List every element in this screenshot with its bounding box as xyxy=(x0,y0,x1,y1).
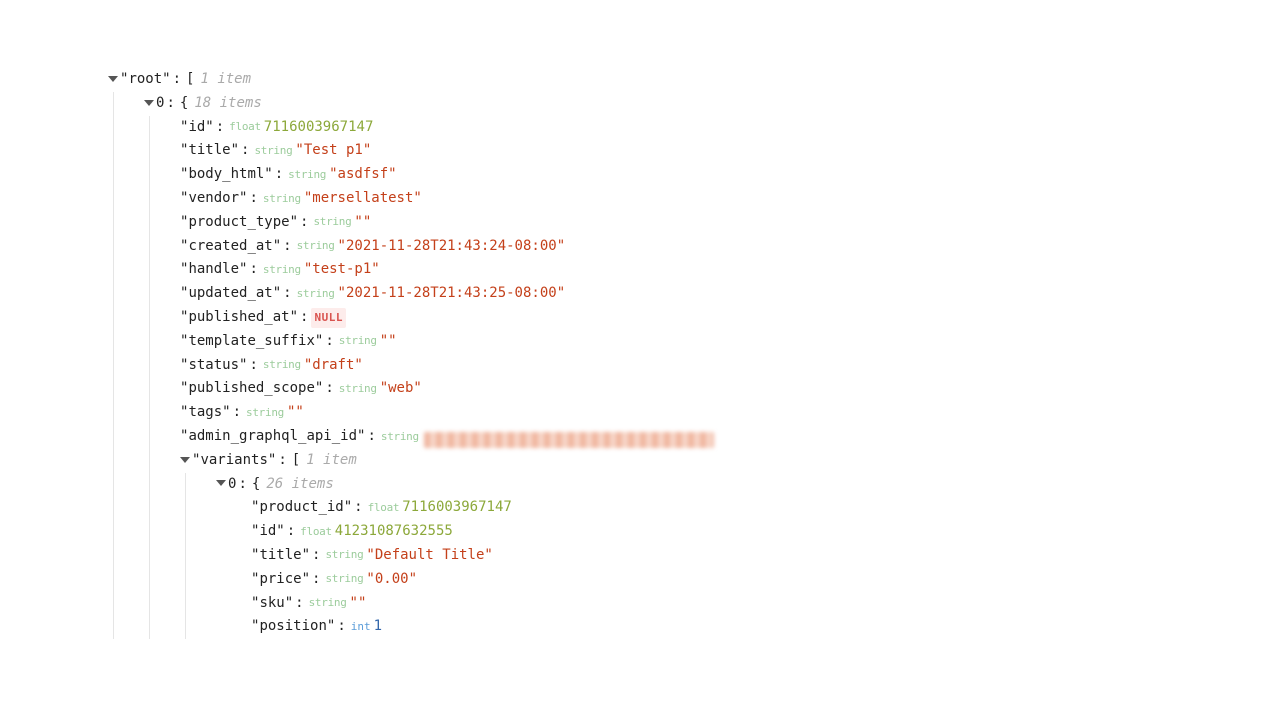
value-string xyxy=(380,330,397,354)
caret-down-icon[interactable] xyxy=(108,76,118,82)
kv-body-html: body_html: string asdfsf xyxy=(180,163,1280,187)
value-string: Test p1 xyxy=(295,139,371,163)
value-null: NULL xyxy=(311,308,346,329)
kv-title: title: string Test p1 xyxy=(180,139,1280,163)
kv-vendor: vendor: string mersellatest xyxy=(180,187,1280,211)
kv-tags: tags: string xyxy=(180,401,1280,425)
redacted-value xyxy=(424,432,714,448)
index-label: 0 xyxy=(228,473,236,497)
value-string xyxy=(350,592,367,616)
kv-published-at: published_at: NULL xyxy=(180,306,1280,330)
item-count: 18 items xyxy=(190,92,261,116)
value-string: 2021-11-28T21:43:24-08:00 xyxy=(338,235,566,259)
value-float: 41231087632555 xyxy=(335,520,453,544)
array-index-0-node[interactable]: 0 : { 18 items xyxy=(144,92,1280,116)
kv-variant-id: id: float 41231087632555 xyxy=(251,520,1280,544)
value-string: asdfsf xyxy=(329,163,396,187)
value-int: 1 xyxy=(374,615,382,639)
kv-created-at: created_at: string 2021-11-28T21:43:24-0… xyxy=(180,235,1280,259)
kv-updated-at: updated_at: string 2021-11-28T21:43:25-0… xyxy=(180,282,1280,306)
value-string: 0.00 xyxy=(366,568,417,592)
value-float: 7116003967147 xyxy=(402,496,512,520)
value-string xyxy=(287,401,304,425)
value-string: mersellatest xyxy=(304,187,422,211)
json-tree: root : [ 1 item 0 : { 18 items id: float… xyxy=(0,0,1280,639)
item-count: 1 item xyxy=(196,68,251,92)
item-count: 26 items xyxy=(262,473,333,497)
caret-down-icon[interactable] xyxy=(144,100,154,106)
kv-variant-position: position: int 1 xyxy=(251,615,1280,639)
caret-down-icon[interactable] xyxy=(216,480,226,486)
kv-variant-sku: sku: string xyxy=(251,592,1280,616)
variants-index-0-node[interactable]: 0 : { 26 items xyxy=(216,473,1280,497)
kv-variant-price: price: string 0.00 xyxy=(251,568,1280,592)
value-string: test-p1 xyxy=(304,258,380,282)
item-count: 1 item xyxy=(302,449,357,473)
caret-down-icon[interactable] xyxy=(180,457,190,463)
value-string: web xyxy=(380,377,422,401)
value-string: Default Title xyxy=(366,544,492,568)
kv-template-suffix: template_suffix: string xyxy=(180,330,1280,354)
kv-admin-graphql-api-id: admin_graphql_api_id: string xyxy=(180,425,1280,449)
variants-node[interactable]: variants : [ 1 item xyxy=(180,449,1280,473)
value-string xyxy=(354,211,371,235)
value-string: 2021-11-28T21:43:25-08:00 xyxy=(338,282,566,306)
root-key: root xyxy=(120,68,171,92)
root-node[interactable]: root : [ 1 item xyxy=(108,68,1280,92)
value-float: 7116003967147 xyxy=(264,116,374,140)
kv-id: id: float 7116003967147 xyxy=(180,116,1280,140)
kv-variant-title: title: string Default Title xyxy=(251,544,1280,568)
kv-variant-product-id: product_id: float 7116003967147 xyxy=(251,496,1280,520)
kv-status: status: string draft xyxy=(180,354,1280,378)
index-label: 0 xyxy=(156,92,164,116)
kv-published-scope: published_scope: string web xyxy=(180,377,1280,401)
kv-handle: handle: string test-p1 xyxy=(180,258,1280,282)
kv-product-type: product_type: string xyxy=(180,211,1280,235)
value-string: draft xyxy=(304,354,363,378)
